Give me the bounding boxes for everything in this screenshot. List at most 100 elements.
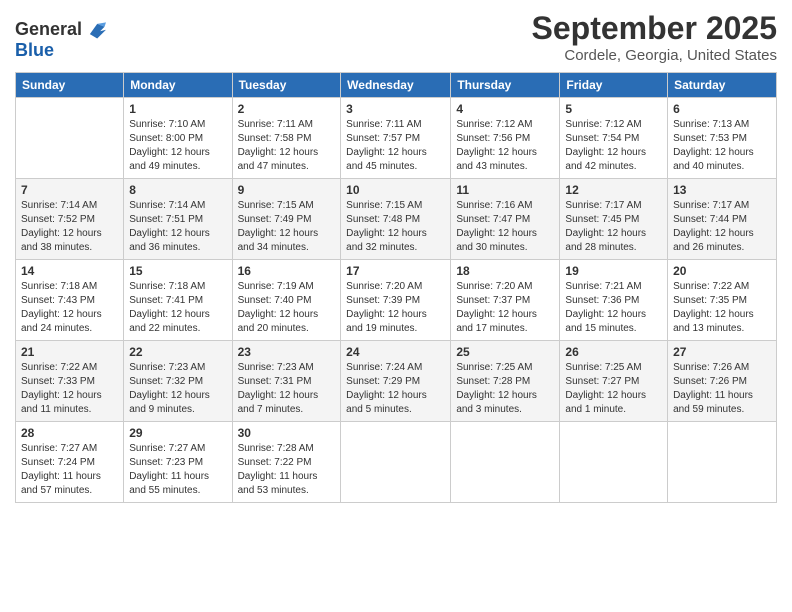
calendar-cell: 30Sunrise: 7:28 AMSunset: 7:22 PMDayligh… bbox=[232, 422, 341, 503]
day-number: 30 bbox=[238, 426, 336, 440]
calendar-cell bbox=[16, 98, 124, 179]
col-header-tuesday: Tuesday bbox=[232, 73, 341, 98]
day-info: Sunrise: 7:20 AMSunset: 7:39 PMDaylight:… bbox=[346, 280, 445, 336]
day-info: Sunrise: 7:18 AMSunset: 7:43 PMDaylight:… bbox=[21, 280, 118, 336]
day-number: 27 bbox=[673, 345, 771, 359]
calendar: SundayMondayTuesdayWednesdayThursdayFrid… bbox=[15, 72, 777, 503]
day-info: Sunrise: 7:19 AMSunset: 7:40 PMDaylight:… bbox=[238, 280, 336, 336]
calendar-cell: 11 Sunrise: 7:16 AMSunset: 7:47 PMDayligh… bbox=[451, 179, 560, 260]
calendar-cell: 2 Sunrise: 7:11 AMSunset: 7:58 PMDaylight… bbox=[232, 98, 341, 179]
col-header-sunday: Sunday bbox=[16, 73, 124, 98]
day-number: 8 bbox=[129, 183, 226, 197]
day-number: 7 bbox=[21, 183, 118, 197]
day-info: Sunrise: 7:18 AMSunset: 7:41 PMDaylight:… bbox=[129, 280, 226, 336]
day-number: 11 bbox=[456, 183, 554, 197]
calendar-cell: 24 Sunrise: 7:24 AMSunset: 7:29 PMDayligh… bbox=[341, 341, 451, 422]
day-info: Sunrise: 7:17 AMSunset: 7:45 PMDaylight:… bbox=[565, 199, 662, 255]
day-info: Sunrise: 7:15 AMSunset: 7:48 PMDaylight:… bbox=[346, 199, 445, 255]
col-header-thursday: Thursday bbox=[451, 73, 560, 98]
location: Cordele, Georgia, United States bbox=[532, 47, 777, 64]
header: General Blue September 2025 Cordele, Geo… bbox=[15, 10, 777, 64]
calendar-cell: 12 Sunrise: 7:17 AMSunset: 7:45 PMDayligh… bbox=[560, 179, 668, 260]
day-number: 28 bbox=[21, 426, 118, 440]
day-info: Sunrise: 7:24 AMSunset: 7:29 PMDaylight:… bbox=[346, 361, 445, 417]
day-info: Sunrise: 7:11 AMSunset: 7:58 PMDaylight:… bbox=[238, 118, 336, 174]
calendar-header-row: SundayMondayTuesdayWednesdayThursdayFrid… bbox=[16, 73, 777, 98]
day-number: 16 bbox=[238, 264, 336, 278]
calendar-cell bbox=[451, 422, 560, 503]
col-header-wednesday: Wednesday bbox=[341, 73, 451, 98]
day-info: Sunrise: 7:14 AMSunset: 7:52 PMDaylight:… bbox=[21, 199, 118, 255]
calendar-cell: 23 Sunrise: 7:23 AMSunset: 7:31 PMDayligh… bbox=[232, 341, 341, 422]
week-row-4: 21 Sunrise: 7:22 AMSunset: 7:33 PMDayligh… bbox=[16, 341, 777, 422]
calendar-cell: 7 Sunrise: 7:14 AMSunset: 7:52 PMDaylight… bbox=[16, 179, 124, 260]
day-info: Sunrise: 7:12 AMSunset: 7:56 PMDaylight:… bbox=[456, 118, 554, 174]
week-row-2: 7 Sunrise: 7:14 AMSunset: 7:52 PMDaylight… bbox=[16, 179, 777, 260]
day-number: 3 bbox=[346, 102, 445, 116]
day-number: 4 bbox=[456, 102, 554, 116]
day-number: 2 bbox=[238, 102, 336, 116]
day-info: Sunrise: 7:22 AMSunset: 7:33 PMDaylight:… bbox=[21, 361, 118, 417]
day-info: Sunrise: 7:21 AMSunset: 7:36 PMDaylight:… bbox=[565, 280, 662, 336]
calendar-cell: 1 Sunrise: 7:10 AMSunset: 8:00 PMDaylight… bbox=[124, 98, 232, 179]
calendar-cell: 20Sunrise: 7:22 AMSunset: 7:35 PMDayligh… bbox=[668, 260, 777, 341]
logo: General Blue bbox=[15, 18, 106, 61]
day-info: Sunrise: 7:16 AMSunset: 7:47 PMDaylight:… bbox=[456, 199, 554, 255]
logo-blue-text: Blue bbox=[15, 40, 54, 61]
day-info: Sunrise: 7:15 AMSunset: 7:49 PMDaylight:… bbox=[238, 199, 336, 255]
day-number: 26 bbox=[565, 345, 662, 359]
title-area: September 2025 Cordele, Georgia, United … bbox=[532, 10, 777, 64]
calendar-cell: 25 Sunrise: 7:25 AMSunset: 7:28 PMDayligh… bbox=[451, 341, 560, 422]
day-number: 17 bbox=[346, 264, 445, 278]
day-number: 18 bbox=[456, 264, 554, 278]
calendar-cell: 29Sunrise: 7:27 AMSunset: 7:23 PMDayligh… bbox=[124, 422, 232, 503]
day-number: 25 bbox=[456, 345, 554, 359]
calendar-cell: 13Sunrise: 7:17 AMSunset: 7:44 PMDayligh… bbox=[668, 179, 777, 260]
calendar-cell: 6Sunrise: 7:13 AMSunset: 7:53 PMDaylight… bbox=[668, 98, 777, 179]
day-number: 23 bbox=[238, 345, 336, 359]
day-info: Sunrise: 7:23 AMSunset: 7:31 PMDaylight:… bbox=[238, 361, 336, 417]
day-number: 10 bbox=[346, 183, 445, 197]
calendar-cell: 26 Sunrise: 7:25 AMSunset: 7:27 PMDayligh… bbox=[560, 341, 668, 422]
calendar-cell: 10 Sunrise: 7:15 AMSunset: 7:48 PMDayligh… bbox=[341, 179, 451, 260]
day-info: Sunrise: 7:27 AMSunset: 7:24 PMDaylight:… bbox=[21, 442, 118, 498]
day-number: 19 bbox=[565, 264, 662, 278]
day-info: Sunrise: 7:25 AMSunset: 7:27 PMDaylight:… bbox=[565, 361, 662, 417]
day-info: Sunrise: 7:11 AMSunset: 7:57 PMDaylight:… bbox=[346, 118, 445, 174]
calendar-cell: 19 Sunrise: 7:21 AMSunset: 7:36 PMDayligh… bbox=[560, 260, 668, 341]
day-info: Sunrise: 7:27 AMSunset: 7:23 PMDaylight:… bbox=[129, 442, 226, 498]
calendar-cell: 22Sunrise: 7:23 AMSunset: 7:32 PMDayligh… bbox=[124, 341, 232, 422]
calendar-cell: 27Sunrise: 7:26 AMSunset: 7:26 PMDayligh… bbox=[668, 341, 777, 422]
day-number: 12 bbox=[565, 183, 662, 197]
week-row-5: 28 Sunrise: 7:27 AMSunset: 7:24 PMDayligh… bbox=[16, 422, 777, 503]
day-info: Sunrise: 7:25 AMSunset: 7:28 PMDaylight:… bbox=[456, 361, 554, 417]
calendar-cell bbox=[341, 422, 451, 503]
calendar-cell: 3 Sunrise: 7:11 AMSunset: 7:57 PMDaylight… bbox=[341, 98, 451, 179]
calendar-cell: 15Sunrise: 7:18 AMSunset: 7:41 PMDayligh… bbox=[124, 260, 232, 341]
day-number: 14 bbox=[21, 264, 118, 278]
calendar-cell bbox=[560, 422, 668, 503]
logo-bird-icon bbox=[84, 18, 106, 40]
calendar-cell: 21 Sunrise: 7:22 AMSunset: 7:33 PMDayligh… bbox=[16, 341, 124, 422]
calendar-cell: 17 Sunrise: 7:20 AMSunset: 7:39 PMDayligh… bbox=[341, 260, 451, 341]
day-number: 5 bbox=[565, 102, 662, 116]
month-title: September 2025 bbox=[532, 10, 777, 47]
calendar-cell: 5 Sunrise: 7:12 AMSunset: 7:54 PMDaylight… bbox=[560, 98, 668, 179]
day-info: Sunrise: 7:10 AMSunset: 8:00 PMDaylight:… bbox=[129, 118, 226, 174]
day-number: 24 bbox=[346, 345, 445, 359]
logo-general-text: General bbox=[15, 19, 82, 40]
calendar-cell: 9 Sunrise: 7:15 AMSunset: 7:49 PMDaylight… bbox=[232, 179, 341, 260]
calendar-cell: 14 Sunrise: 7:18 AMSunset: 7:43 PMDayligh… bbox=[16, 260, 124, 341]
day-info: Sunrise: 7:12 AMSunset: 7:54 PMDaylight:… bbox=[565, 118, 662, 174]
col-header-friday: Friday bbox=[560, 73, 668, 98]
day-number: 9 bbox=[238, 183, 336, 197]
day-number: 13 bbox=[673, 183, 771, 197]
col-header-saturday: Saturday bbox=[668, 73, 777, 98]
calendar-cell: 16 Sunrise: 7:19 AMSunset: 7:40 PMDayligh… bbox=[232, 260, 341, 341]
week-row-3: 14 Sunrise: 7:18 AMSunset: 7:43 PMDayligh… bbox=[16, 260, 777, 341]
calendar-cell: 4 Sunrise: 7:12 AMSunset: 7:56 PMDaylight… bbox=[451, 98, 560, 179]
week-row-1: 1 Sunrise: 7:10 AMSunset: 8:00 PMDaylight… bbox=[16, 98, 777, 179]
day-number: 21 bbox=[21, 345, 118, 359]
day-number: 1 bbox=[129, 102, 226, 116]
col-header-monday: Monday bbox=[124, 73, 232, 98]
